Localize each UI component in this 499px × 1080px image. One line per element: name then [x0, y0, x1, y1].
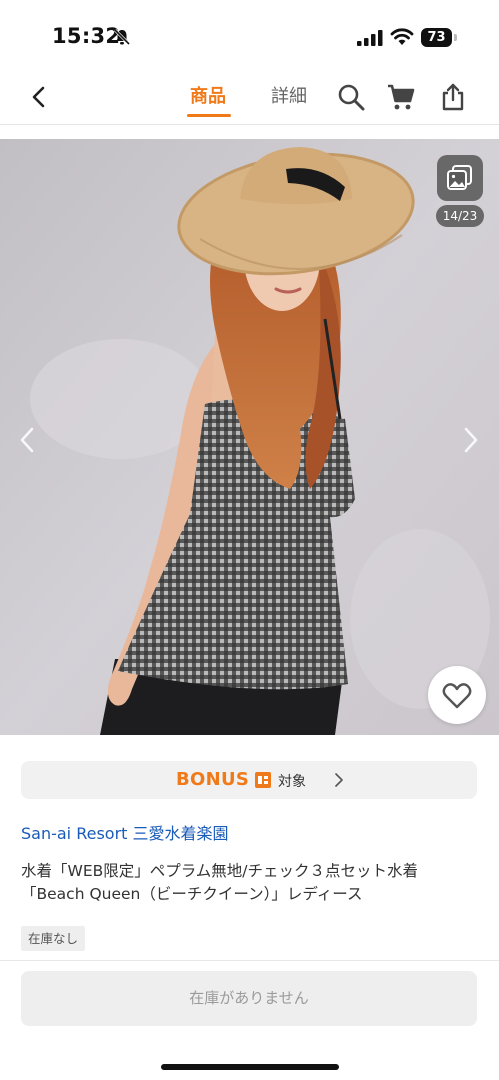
- out-of-stock-button[interactable]: 在庫がありません: [21, 971, 477, 1026]
- bonus-logo: BONUS: [176, 769, 250, 790]
- cart-icon[interactable]: [386, 82, 416, 112]
- product-image-gallery[interactable]: 14/23: [0, 139, 499, 735]
- bonus-badge-icon: [255, 772, 271, 788]
- cellular-signal-icon: [357, 30, 383, 46]
- chevron-right-icon: [335, 773, 343, 787]
- tab-details[interactable]: 詳細: [271, 82, 307, 108]
- status-bar: 15:32 73: [0, 0, 499, 70]
- search-icon[interactable]: [336, 82, 366, 112]
- back-chevron-icon[interactable]: [24, 82, 54, 112]
- favorite-button[interactable]: [428, 666, 486, 724]
- shop-name-link[interactable]: San-ai Resort 三愛水着楽園: [21, 820, 229, 844]
- tab-product[interactable]: 商品: [190, 82, 226, 108]
- product-title-line-1: 水着「WEB限定」ペプラム無地/チェック３点セット水着: [21, 862, 419, 880]
- status-time: 15:32: [52, 24, 121, 48]
- heart-icon: [442, 683, 472, 709]
- battery-tip: [454, 34, 457, 41]
- section-divider: [0, 960, 499, 961]
- image-gallery-button[interactable]: [437, 155, 483, 201]
- previous-image-arrow-icon[interactable]: [16, 425, 40, 455]
- product-title: 水着「WEB限定」ペプラム無地/チェック３点セット水着 「Beach Queen…: [21, 860, 481, 906]
- gallery-stack-icon: [447, 165, 472, 190]
- active-tab-indicator: [187, 114, 231, 117]
- battery-level: 73: [421, 28, 452, 47]
- product-title-line-2: 「Beach Queen（ビーチクイーン）」レディース: [21, 885, 363, 903]
- home-indicator: [161, 1064, 339, 1070]
- bell-muted-icon: [113, 28, 131, 46]
- share-icon[interactable]: [438, 82, 468, 112]
- top-nav-bar: 商品 詳細: [0, 70, 499, 125]
- stock-status-badge: 在庫なし: [21, 926, 86, 951]
- product-photo: [0, 139, 499, 735]
- battery-indicator: 73: [421, 28, 457, 47]
- bonus-target-label: 対象: [278, 774, 306, 790]
- wifi-icon: [390, 28, 414, 45]
- next-image-arrow-icon[interactable]: [458, 425, 482, 455]
- image-counter: 14/23: [436, 205, 484, 227]
- bonus-campaign-bar[interactable]: BONUS 対象: [21, 761, 477, 799]
